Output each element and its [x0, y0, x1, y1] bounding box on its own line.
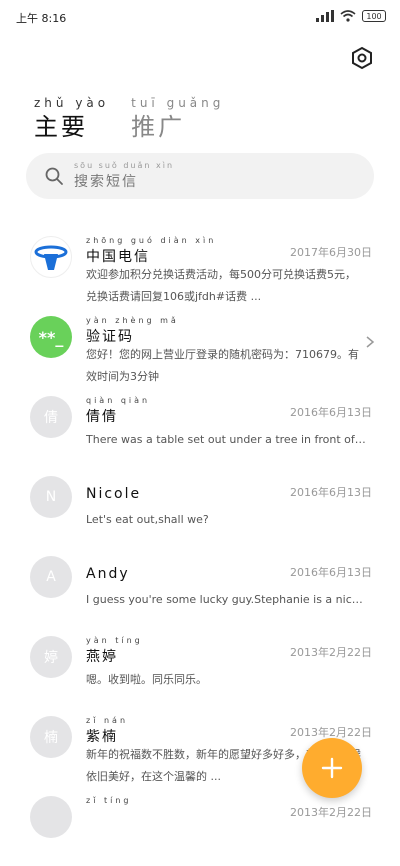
contact-name-pinyin: zǐ tíng	[86, 796, 132, 805]
settings-button[interactable]	[348, 44, 376, 72]
signal-icon	[316, 10, 334, 22]
contact-name-pinyin: yàn zhèng mǎ	[86, 316, 179, 325]
avatar: **_	[30, 316, 72, 358]
conversation-item[interactable]: A Andy 2016年6月13日 I guess you're some lu…	[0, 542, 400, 622]
message-date: 2016年6月13日	[290, 486, 372, 499]
new-message-button[interactable]	[302, 738, 362, 798]
message-preview: Let's eat out,shall we?	[86, 513, 209, 526]
settings-hexagon-icon	[352, 46, 372, 70]
tab-promotion[interactable]: tuī guǎng 推广	[131, 96, 224, 142]
message-date: 2013年2月22日	[290, 646, 372, 659]
contact-name: Andy	[86, 566, 130, 582]
plus-icon	[321, 757, 343, 779]
contact-name-group: zǐ nán 紫楠	[86, 716, 128, 746]
search-placeholder-text: 搜索短信	[74, 174, 138, 190]
contact-name-group: Nicole	[86, 476, 141, 502]
tab-main[interactable]: zhǔ yào 主要	[34, 96, 109, 142]
contact-name-pinyin: zhōng guó diàn xìn	[86, 236, 217, 245]
avatar: N	[30, 476, 72, 518]
message-date: 2016年6月13日	[290, 406, 372, 419]
avatar	[30, 236, 72, 278]
message-date: 2017年6月30日	[290, 246, 372, 259]
tab-promotion-label: 推广	[131, 113, 186, 141]
search-input[interactable]: sōu suǒ duǎn xìn 搜索短信	[26, 153, 374, 199]
wifi-icon	[340, 10, 356, 22]
contact-name-pinyin: yàn tíng	[86, 636, 143, 645]
avatar	[30, 796, 72, 838]
contact-name-group: Andy	[86, 556, 130, 582]
message-preview: 嗯。收到啦。同乐同乐。	[86, 673, 207, 686]
contact-name: 燕婷	[86, 649, 118, 665]
message-preview: There was a table set out under a tree i…	[86, 433, 366, 446]
message-preview: I guess you're some lucky guy.Stephanie …	[86, 593, 366, 606]
conversation-item[interactable]: 倩 qiàn qiàn 倩倩 2016年6月13日 There was a ta…	[0, 382, 400, 462]
message-date: 2016年6月13日	[290, 566, 372, 579]
search-placeholder-pinyin: sōu suǒ duǎn xìn	[74, 161, 175, 170]
avatar: 倩	[30, 396, 72, 438]
avatar: 楠	[30, 716, 72, 758]
conversation-item[interactable]: 婷 yàn tíng 燕婷 2013年2月22日 嗯。收到啦。同乐同乐。	[0, 622, 400, 702]
conversation-item[interactable]: N Nicole 2016年6月13日 Let's eat out,shall …	[0, 462, 400, 542]
tab-main-pinyin: zhǔ yào	[34, 96, 110, 110]
chevron-right-icon[interactable]	[364, 336, 376, 348]
search-placeholder: sōu suǒ duǎn xìn 搜索短信	[74, 161, 174, 191]
tab-main-label: 主要	[34, 113, 88, 141]
contact-name: 中国电信	[86, 249, 150, 265]
contact-name-pinyin: qiàn qiàn	[86, 396, 151, 405]
contact-name: Nicole	[86, 486, 142, 502]
conversation-item[interactable]: **_ yàn zhèng mǎ 验证码 您好！您的网上营业厅登录的随机密码为：…	[0, 302, 400, 383]
category-tabs: zhǔ yào 主要 tuī guǎng 推广	[34, 96, 224, 142]
conversation-item[interactable]: zhōng guó diàn xìn 中国电信 2017年6月30日 欢迎参加积…	[0, 222, 400, 303]
contact-name-group: yàn tíng 燕婷	[86, 636, 143, 666]
contact-name-group: qiàn qiàn 倩倩	[86, 396, 150, 426]
avatar: A	[30, 556, 72, 598]
contact-name-group: zhōng guó diàn xìn 中国电信	[86, 236, 216, 266]
tab-promotion-pinyin: tuī guǎng	[131, 96, 225, 110]
contact-name: 验证码	[86, 329, 134, 345]
status-time: 上午 8:16	[16, 12, 67, 25]
contact-name-pinyin	[86, 476, 141, 486]
message-date: 2013年2月22日	[290, 806, 372, 819]
contact-name-pinyin	[86, 556, 130, 566]
china-telecom-logo-icon	[34, 245, 68, 270]
contact-name-pinyin: zǐ nán	[86, 716, 129, 725]
status-icons: 100	[316, 10, 386, 22]
contact-name-group: yàn zhèng mǎ 验证码	[86, 316, 179, 346]
battery-icon: 100	[362, 10, 386, 22]
contact-name: 倩倩	[86, 409, 118, 425]
contact-name-group: zǐ tíng	[86, 796, 131, 806]
search-icon	[45, 167, 63, 185]
status-bar: 上午 8:16 100	[0, 0, 400, 34]
contact-name: 紫楠	[86, 729, 118, 745]
avatar: 婷	[30, 636, 72, 678]
